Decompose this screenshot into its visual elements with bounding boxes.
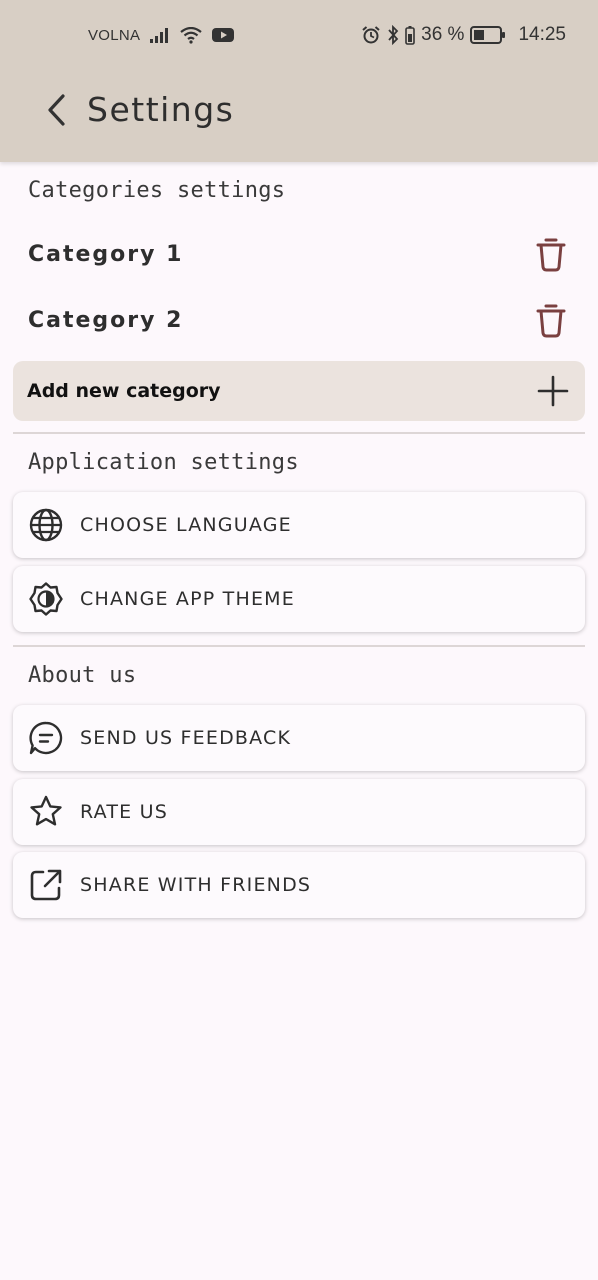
choose-language-label: CHOOSE LANGUAGE [80,514,292,536]
category-label: Category 2 [28,308,184,333]
signal-icon [150,28,169,43]
battery-charge-icon [405,26,415,45]
status-time: 14:25 [518,24,566,45]
delete-category-2-icon[interactable] [536,302,566,338]
share-with-friends-label: SHARE WITH FRIENDS [80,874,312,896]
youtube-icon [212,28,235,42]
battery-percentage: 36 % [421,24,465,45]
change-theme-button[interactable]: CHANGE APP THEME [13,566,585,632]
category-row-1: Category 1 [28,232,574,282]
globe-icon [29,508,63,542]
page-title: Settings [87,90,235,129]
category-row-2: Category 2 [28,298,574,348]
back-button[interactable] [38,88,74,132]
send-feedback-button[interactable]: SEND US FEEDBACK [13,705,585,771]
categories-section-title: Categories settings [28,178,286,203]
battery-icon [470,26,506,44]
wifi-icon [180,26,203,44]
category-label: Category 1 [28,242,184,267]
carrier-label: VOLNA [88,26,141,44]
divider [13,432,585,434]
bluetooth-icon [388,25,399,45]
alarm-icon [362,26,380,44]
add-category-label: Add new category [27,380,221,402]
divider [13,645,585,647]
add-category-button[interactable]: Add new category [13,361,585,421]
app-bar: Settings [0,80,598,140]
send-feedback-label: SEND US FEEDBACK [80,727,292,749]
share-icon [30,869,62,901]
application-section-title: Application settings [28,450,299,475]
theme-icon [29,582,63,616]
top-app-bar: VOLNA 36 % 14:25 Settings [0,0,598,162]
share-with-friends-button[interactable]: SHARE WITH FRIENDS [13,852,585,918]
plus-icon [537,375,569,407]
rate-us-button[interactable]: RATE US [13,779,585,845]
star-icon [30,795,62,826]
about-section-title: About us [28,663,137,688]
choose-language-button[interactable]: CHOOSE LANGUAGE [13,492,585,558]
delete-category-1-icon[interactable] [536,236,566,272]
back-arrow-icon [48,94,65,126]
status-bar: VOLNA 36 % 14:25 [0,18,598,52]
chat-icon [29,721,63,755]
rate-us-label: RATE US [80,801,168,823]
change-theme-label: CHANGE APP THEME [80,588,295,610]
